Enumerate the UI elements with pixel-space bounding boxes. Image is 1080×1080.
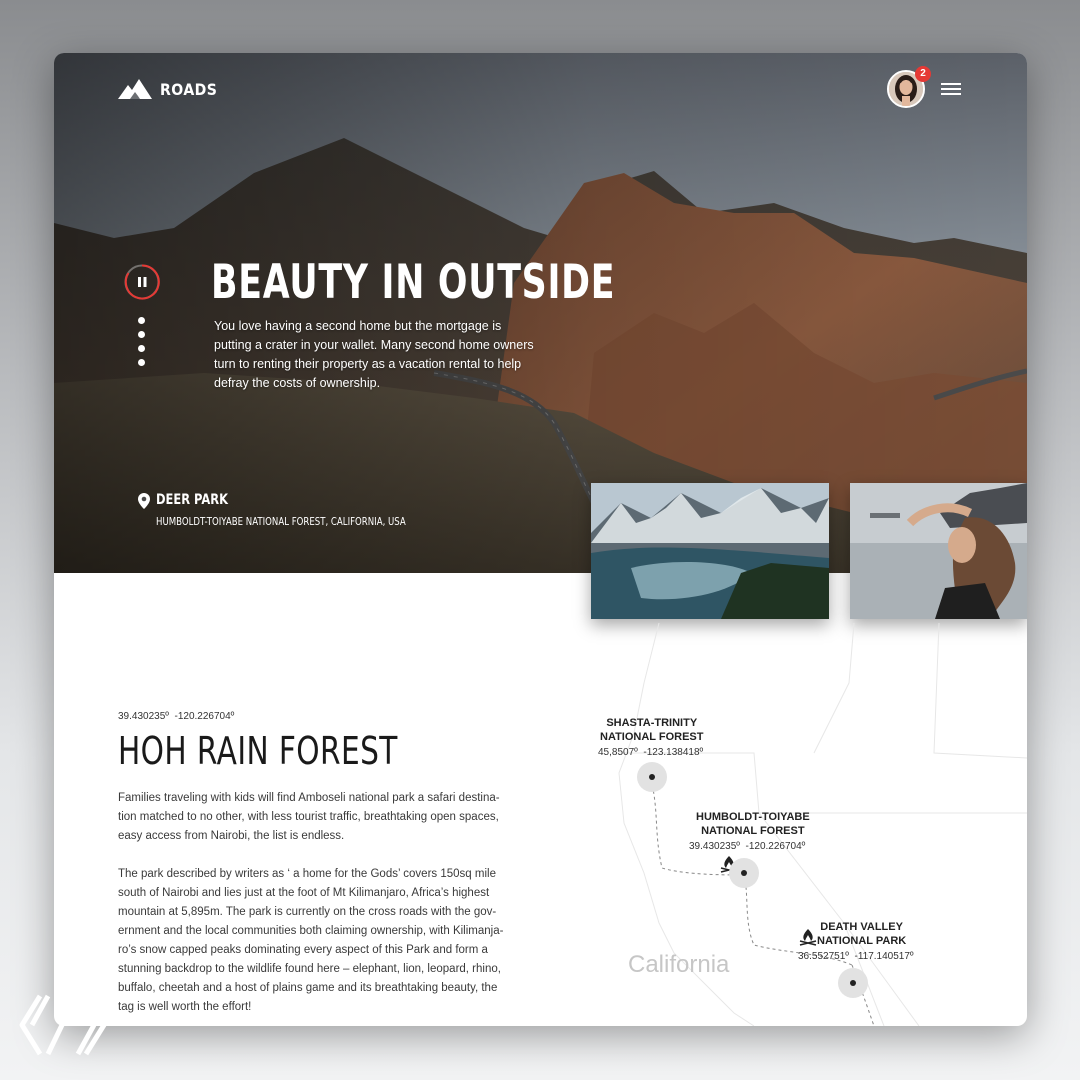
map-location-name-line: NATIONAL PARK <box>817 935 907 947</box>
map-longitude: -117.140517º <box>854 951 914 962</box>
map-location-name-line: HUMBOLDT-TOIYABE <box>696 811 810 823</box>
page-card: ROADS 2 BEAUTY IN OUTSIDE You love havin… <box>54 53 1027 1026</box>
map-longitude: -123.138418º <box>643 747 704 758</box>
woman-image <box>850 483 1027 619</box>
campfire-icon <box>799 929 817 946</box>
map-location-name-line: NATIONAL FOREST <box>600 731 704 743</box>
slide-dot[interactable] <box>138 317 145 324</box>
map-location-name: SHASTA-TRINITY NATIONAL FOREST <box>600 716 703 744</box>
hamburger-menu-icon[interactable] <box>941 83 963 97</box>
map-location-name-line: NATIONAL FOREST <box>701 825 805 837</box>
location-pin-icon <box>138 493 150 509</box>
content-paragraph-2: The park described by writers as ‘ a hom… <box>118 868 504 1013</box>
content-longitude: -120.226704º <box>174 711 235 722</box>
lake-image <box>591 483 829 619</box>
content-paragraph-1: Families traveling with kids will find A… <box>118 792 500 842</box>
slide-dot[interactable] <box>138 331 145 338</box>
brand-logo[interactable]: ROADS <box>118 79 225 99</box>
brand-name: ROADS <box>160 79 218 99</box>
map-location-name-line: SHASTA-TRINITY <box>606 717 698 729</box>
slide-dot[interactable] <box>138 345 145 352</box>
watermark-logo-icon <box>19 994 107 1056</box>
slide-indicator <box>138 317 145 366</box>
map-location-coordinates: 39.430235º -120.226704º <box>689 841 805 852</box>
map-longitude: -120.226704º <box>745 841 806 852</box>
map-pin-shasta[interactable] <box>637 762 667 792</box>
map-pin-humboldt[interactable] <box>729 858 759 888</box>
map-location-name: HUMBOLDT-TOIYABE NATIONAL FOREST <box>696 810 810 838</box>
map-pin-death-valley[interactable] <box>838 968 868 998</box>
map-location-coordinates: 45,8507º -123.138418º <box>598 747 703 758</box>
woman-thumbnail[interactable] <box>850 483 1027 619</box>
map-state-label: California <box>628 951 730 978</box>
map-location-coordinates: 36.552751º -117.140517º <box>798 951 914 962</box>
content-latitude: 39.430235º <box>118 711 169 722</box>
lake-thumbnail[interactable] <box>591 483 829 619</box>
map-latitude: 39.430235º <box>689 841 740 852</box>
map-latitude: 36.552751º <box>798 951 849 962</box>
map-location-name-line: DEATH VALLEY <box>820 921 903 933</box>
map-latitude: 45,8507º <box>598 747 638 758</box>
user-avatar-button[interactable]: 2 <box>887 66 931 108</box>
content-coordinates: 39.430235º -120.226704º <box>118 711 234 722</box>
hero-description: You love having a second home but the mo… <box>214 319 534 390</box>
notification-badge: 2 <box>915 66 931 82</box>
hero-title: BEAUTY IN OUTSIDE <box>211 255 616 310</box>
slide-dot[interactable] <box>138 359 145 366</box>
mountain-logo-icon <box>118 79 152 99</box>
map-location-name: DEATH VALLEY NATIONAL PARK <box>817 920 906 948</box>
location-detail: HUMBOLDT-TOIYABE NATIONAL FOREST, CALIFO… <box>156 515 406 528</box>
content-title: HOH RAIN FOREST <box>118 729 398 773</box>
location-name: DEER PARK <box>156 492 229 508</box>
pause-slideshow-button[interactable] <box>124 264 160 300</box>
